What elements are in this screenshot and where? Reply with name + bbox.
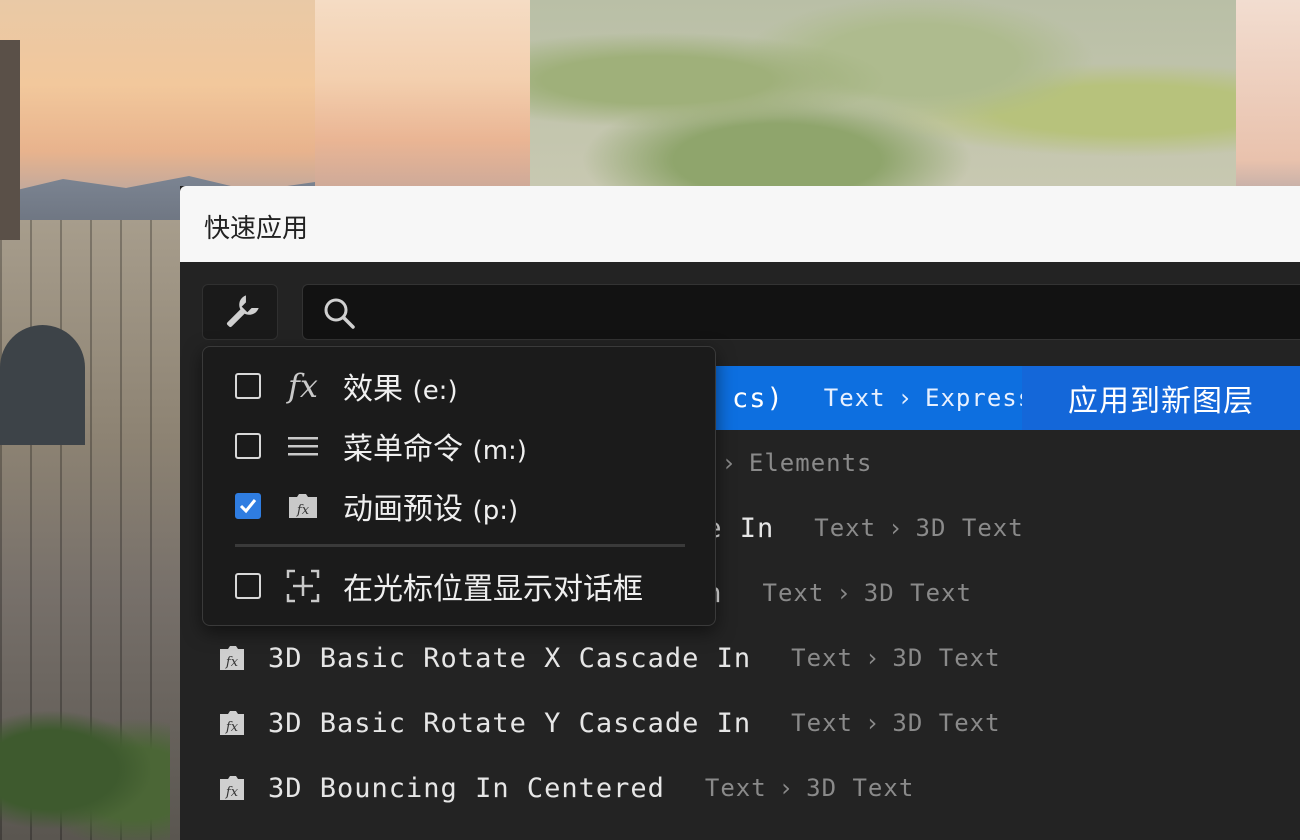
menu-label: 菜单命令 (m:) xyxy=(343,432,527,467)
toolbar xyxy=(202,284,1300,340)
animation-preset-icon: fx xyxy=(220,776,244,800)
menu-label: 效果 (e:) xyxy=(343,372,458,407)
result-name: 3D Basic Rotate X Cascade In xyxy=(268,642,752,674)
menu-item-animation-presets[interactable]: fx 动画预设 (p:) xyxy=(203,477,715,535)
result-row[interactable]: fx 3D Bouncing In Centered Text › 3D Text xyxy=(202,756,1300,820)
path-segment: 3D Text xyxy=(892,644,1001,672)
svg-text:fx: fx xyxy=(225,720,239,735)
cursor-position-icon xyxy=(285,568,321,604)
path-chevron-icon: › xyxy=(864,644,881,672)
path-segment: 3D Text xyxy=(915,514,1024,542)
show-at-cursor-checkbox[interactable] xyxy=(235,573,261,599)
wallpaper-foliage xyxy=(530,0,1236,200)
path-chevron-icon: › xyxy=(836,579,852,607)
path-chevron-icon: › xyxy=(897,384,914,412)
effects-checkbox[interactable] xyxy=(235,373,261,399)
path-segment: Text xyxy=(762,579,825,607)
result-row[interactable]: fx 3D Basic Rotate Y Cascade In Text › 3D … xyxy=(202,691,1300,755)
menu-divider xyxy=(235,544,685,547)
animation-preset-icon: fx xyxy=(220,711,244,735)
path-chevron-icon: › xyxy=(864,709,881,737)
search-input[interactable] xyxy=(302,284,1300,340)
menu-label: 动画预设 (p:) xyxy=(343,492,519,527)
menu-item-menu-commands[interactable]: 菜单命令 (m:) xyxy=(203,417,715,475)
menu-commands-checkbox[interactable] xyxy=(235,433,261,459)
settings-menu: fx 效果 (e:) 菜单命令 (m:) fx 动画预设 (p:) 在光标位置显… xyxy=(202,346,716,626)
fx-icon: fx xyxy=(288,367,318,405)
menu-lines-icon xyxy=(285,428,321,464)
animation-preset-icon: fx xyxy=(220,646,244,670)
result-path: Text › 3D Text xyxy=(814,514,1023,542)
menu-label: 在光标位置显示对话框 xyxy=(343,572,643,607)
svg-text:fx: fx xyxy=(296,503,310,518)
animation-presets-checkbox[interactable] xyxy=(235,493,261,519)
menu-item-effects[interactable]: fx 效果 (e:) xyxy=(203,357,715,415)
path-segment: 3D Text xyxy=(863,579,972,607)
path-chevron-icon: › xyxy=(888,514,904,542)
path-segment: Text xyxy=(704,774,767,802)
checkmark-icon xyxy=(239,499,257,514)
result-path: Text › 3D Text xyxy=(791,709,1000,737)
path-segment: Text xyxy=(791,644,853,672)
menu-item-show-at-cursor[interactable]: 在光标位置显示对话框 xyxy=(203,557,715,615)
result-path: s›Elements xyxy=(694,449,873,477)
result-path: Text › 3D Text xyxy=(763,579,972,607)
path-segment: 3D Text xyxy=(892,709,1001,737)
wallpaper-sky-edge xyxy=(1236,0,1300,200)
svg-text:fx: fx xyxy=(225,785,239,800)
result-row[interactable]: fx 3D Basic Rotate X Cascade In Text › 3D … xyxy=(202,626,1300,690)
svg-text:fx: fx xyxy=(225,655,239,670)
wrench-icon xyxy=(226,295,259,328)
result-name: 3D Bouncing In Centered xyxy=(268,772,665,804)
result-name: 3D Basic Rotate Y Cascade In xyxy=(268,707,752,739)
result-path: Text › 3D Text xyxy=(705,774,914,802)
animation-preset-icon: fx xyxy=(285,488,321,524)
path-segment: Text xyxy=(814,514,877,542)
window-title: 快速应用 xyxy=(204,214,309,244)
wallpaper-trees xyxy=(0,700,170,840)
result-path: Text › 3D Text xyxy=(791,644,1000,672)
apply-to-new-layer-button[interactable]: 应用到新图层 xyxy=(1022,366,1300,430)
wallpaper-dome xyxy=(0,325,85,445)
path-segment: Text xyxy=(823,384,886,412)
result-name: cs) xyxy=(732,382,784,414)
title-bar[interactable]: 快速应用 xyxy=(180,186,1300,262)
result-path: Text › Expressi xyxy=(824,384,1049,412)
wallpaper-sky-panel xyxy=(315,0,530,200)
settings-button[interactable] xyxy=(202,284,278,340)
search-icon xyxy=(321,295,357,331)
path-chevron-icon: › xyxy=(778,774,795,802)
path-segment: Elements xyxy=(748,449,873,477)
wallpaper-tower xyxy=(0,40,20,240)
path-segment: 3D Text xyxy=(806,774,915,802)
path-chevron-icon: › xyxy=(721,449,737,477)
path-segment: Text xyxy=(791,709,853,737)
